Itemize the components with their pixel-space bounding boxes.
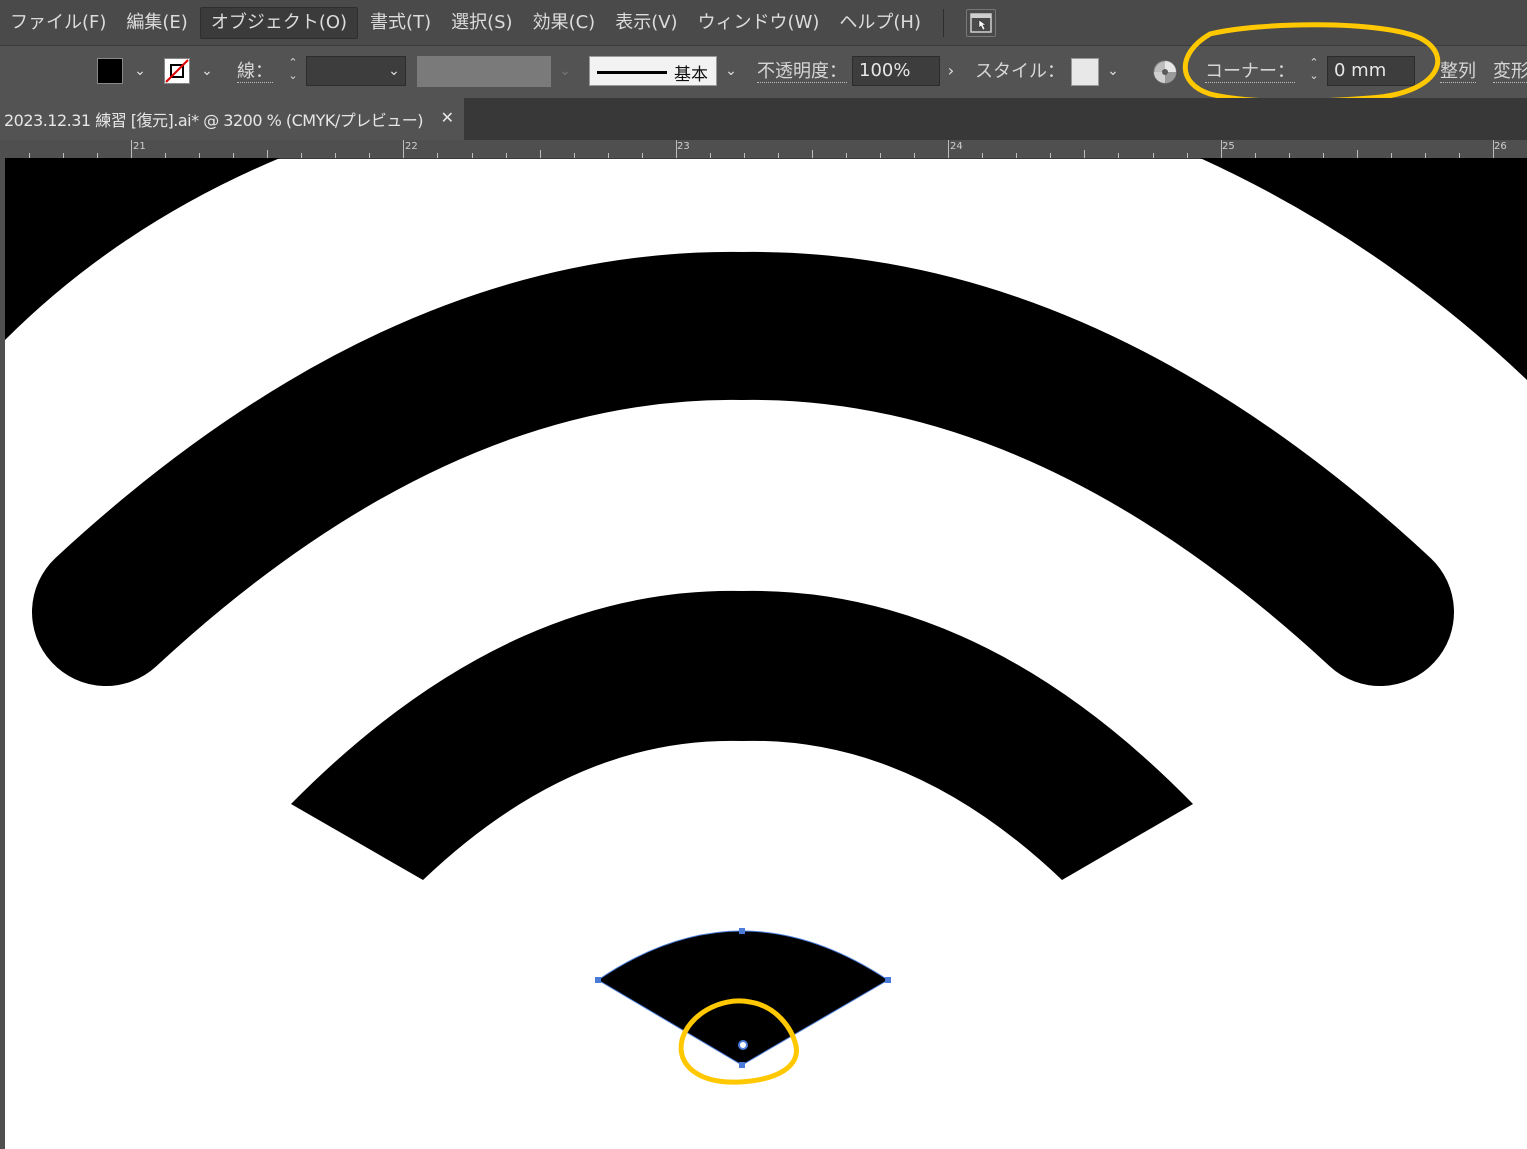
fill-swatch[interactable] bbox=[97, 58, 123, 84]
ruler-label-24: 24 bbox=[950, 141, 963, 152]
ruler-label-23: 23 bbox=[677, 141, 690, 152]
menu-help[interactable]: ヘルプ(H) bbox=[829, 8, 931, 38]
wifi-large-arc[interactable] bbox=[32, 251, 1454, 686]
menu-type[interactable]: 書式(T) bbox=[360, 8, 441, 38]
fill-dropdown-chevron-icon[interactable]: ⌄ bbox=[131, 56, 149, 86]
wifi-outer-arc-right[interactable] bbox=[1200, 158, 1527, 380]
anchor-point-top[interactable] bbox=[739, 928, 745, 934]
menu-effect[interactable]: 効果(C) bbox=[523, 8, 606, 38]
ruler-label-21: 21 bbox=[133, 141, 146, 152]
menu-select[interactable]: 選択(S) bbox=[441, 8, 522, 38]
corner-annotation-circle bbox=[1182, 22, 1441, 104]
stroke-weight-stepper[interactable]: ⌃ ⌄ bbox=[283, 56, 303, 86]
graphic-style-swatch[interactable] bbox=[1071, 58, 1099, 86]
variable-width-chevron-icon: ⌄ bbox=[559, 63, 571, 79]
opacity-expand-chevron-icon[interactable]: › bbox=[942, 56, 960, 86]
document-tab[interactable]: 2023.12.31 練習 [復元].ai* @ 3200 % (CMYK/プレ… bbox=[0, 98, 464, 140]
stroke-label[interactable]: 線： bbox=[237, 62, 273, 83]
brush-dropdown-chevron-icon[interactable]: ⌄ bbox=[722, 56, 740, 86]
arrange-documents-icon bbox=[970, 12, 992, 33]
stroke-swatch[interactable] bbox=[164, 58, 190, 84]
live-corner-widget[interactable] bbox=[738, 1040, 748, 1050]
menu-separator bbox=[943, 8, 944, 37]
menu-view[interactable]: 表示(V) bbox=[605, 8, 687, 38]
arrange-documents-button[interactable] bbox=[966, 8, 996, 37]
ruler-label-25: 25 bbox=[1222, 141, 1235, 152]
opacity-input[interactable]: 100% bbox=[852, 56, 940, 86]
ruler-label-22: 22 bbox=[405, 141, 418, 152]
anchor-point-bottom[interactable] bbox=[739, 1062, 745, 1068]
opacity-label[interactable]: 不透明度： bbox=[757, 62, 847, 83]
menu-file[interactable]: ファイル(F) bbox=[0, 8, 116, 38]
stroke-weight-chevron-icon[interactable]: ⌄ bbox=[385, 56, 403, 86]
wifi-artwork bbox=[5, 158, 1527, 1085]
document-tab-title: 2023.12.31 練習 [復元].ai* @ 3200 % (CMYK/プレ… bbox=[4, 111, 424, 130]
document-tab-bar: 2023.12.31 練習 [復元].ai* @ 3200 % (CMYK/プレ… bbox=[0, 98, 1527, 140]
menu-edit[interactable]: 編集(E) bbox=[116, 8, 197, 38]
brush-definition-dropdown[interactable]: 基本 bbox=[589, 56, 717, 86]
ruler-label-26: 26 bbox=[1494, 141, 1507, 152]
graphic-style-chevron-icon[interactable]: ⌄ bbox=[1104, 56, 1122, 86]
close-icon[interactable]: ✕ bbox=[441, 108, 454, 127]
brush-stroke-preview bbox=[597, 71, 667, 74]
no-stroke-icon bbox=[165, 59, 189, 83]
variable-width-profile[interactable] bbox=[417, 56, 551, 87]
brush-profile-label: 基本 bbox=[674, 65, 708, 85]
menu-window[interactable]: ウィンドウ(W) bbox=[688, 8, 830, 38]
stroke-dropdown-chevron-icon[interactable]: ⌄ bbox=[198, 56, 216, 86]
style-label: スタイル： bbox=[975, 61, 1065, 82]
ruler-ticks bbox=[29, 140, 1494, 158]
anchor-point-right[interactable] bbox=[885, 977, 891, 983]
wifi-outer-arc[interactable] bbox=[5, 158, 280, 340]
artboard-canvas[interactable] bbox=[5, 158, 1527, 1149]
transform-link[interactable]: 変形 bbox=[1493, 62, 1527, 83]
menu-object[interactable]: オブジェクト(O) bbox=[199, 6, 359, 39]
anchor-point-left[interactable] bbox=[595, 977, 601, 983]
horizontal-ruler[interactable]: 21 22 23 24 25 26 bbox=[0, 140, 1527, 159]
wifi-medium-arc[interactable] bbox=[291, 590, 1193, 880]
